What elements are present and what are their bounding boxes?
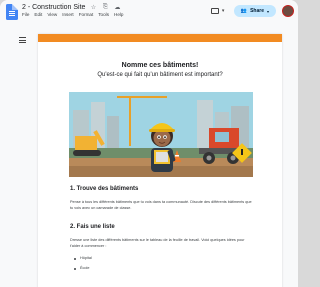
section1-title: 1. Trouve des bâtiments [70,186,139,192]
document-page[interactable]: Nomme ces bâtiments! Qu'est-ce qui fait … [38,34,282,287]
menu-view[interactable]: View [47,12,57,21]
section2-title: 2. Fais une liste [70,224,115,230]
avatar[interactable] [282,5,294,17]
comments-button[interactable]: ▾ [210,6,228,16]
comment-icon [210,8,219,14]
menu-file[interactable]: File [22,12,29,21]
app-window: 2 - Construction Site ☆ ⎘ ☁ File Edit Vi… [0,0,298,287]
menu-insert[interactable]: Insert [62,12,74,21]
menu-edit[interactable]: Edit [34,12,42,21]
star-icon[interactable]: ☆ [89,4,97,11]
menu-help[interactable]: Help [114,12,123,21]
title-bar: 2 - Construction Site ☆ ⎘ ☁ File Edit Vi… [0,0,298,26]
toolbar-right: ▾ 👥 Share ▾ [210,4,294,18]
move-icon[interactable]: ⎘ [101,4,109,11]
section2-text: Dresse une liste des différents bâtiment… [70,238,245,248]
menu-bar: File Edit View Insert Format Tools Help [22,12,123,21]
header-banner [38,34,282,42]
hero-illustration [69,92,253,177]
section1-text: Pense à tous les différents bâtiments qu… [70,200,252,210]
cloud-icon[interactable]: ☁ [113,4,121,11]
docs-logo-icon[interactable] [6,4,18,20]
page-title: Nomme ces bâtiments! [121,62,199,69]
page-subtitle: Qu'est-ce qui fait qu'un bâtiment est im… [97,72,223,78]
document-title[interactable]: 2 - Construction Site [22,4,85,11]
list-item: Hôpital [74,256,92,260]
outline-icon[interactable] [19,37,26,43]
share-button[interactable]: 👥 Share ▾ [233,5,276,17]
construction-scene-image [69,92,253,177]
chevron-down-icon: ▾ [221,8,225,14]
share-label: Share [250,8,264,14]
menu-format[interactable]: Format [79,12,94,21]
menu-tools[interactable]: Tools [98,12,109,21]
list-item: École [74,266,90,270]
chevron-down-icon: ▾ [266,8,269,14]
people-icon: 👥 [240,8,248,14]
